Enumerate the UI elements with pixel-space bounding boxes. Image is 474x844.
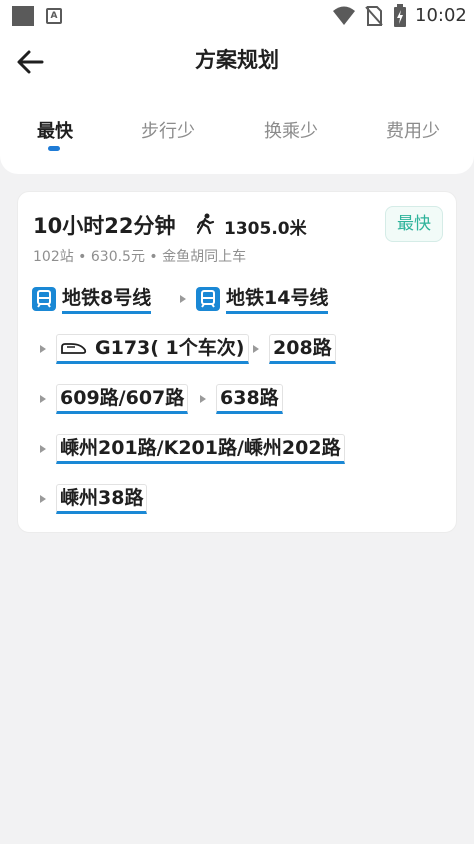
route-duration: 10小时22分钟 (33, 214, 176, 238)
a-icon: A (46, 8, 62, 24)
segment-label: 地铁8号线 (62, 285, 152, 314)
segment-bus: 609路/607路 (56, 384, 189, 414)
transfer-arrow-icon (253, 345, 259, 353)
tab-bar: 最快 步行少 换乘少 费用少 (0, 116, 474, 156)
page-title: 方案规划 (195, 48, 279, 72)
walk-icon (196, 213, 215, 235)
tab-indicator (48, 146, 60, 151)
fastest-badge: 最快 (385, 206, 443, 242)
segment-bus: 638路 (216, 384, 283, 414)
status-time: 10:02 (415, 5, 467, 26)
segment-bus: 嵊州38路 (56, 484, 148, 514)
segment-label: G173( 1个车次) (95, 337, 245, 359)
transfer-arrow-icon (40, 495, 46, 503)
tab-less-walking[interactable]: 步行少 (113, 116, 223, 148)
tab-lower-cost[interactable]: 费用少 (358, 116, 468, 148)
subway-icon (196, 287, 220, 311)
transfer-arrow-icon (200, 395, 206, 403)
walk-distance: 1305.0米 (224, 219, 307, 239)
header: 方案规划 最快 步行少 换乘少 费用少 (0, 32, 474, 174)
route-summary: 102站 • 630.5元 • 金鱼胡同上车 (33, 249, 247, 265)
transfer-arrow-icon (40, 395, 46, 403)
tab-fastest[interactable]: 最快 (0, 116, 110, 148)
segment-subway-14: 地铁14号线 (196, 284, 329, 314)
segment-train: G173( 1个车次) (56, 334, 250, 364)
no-sim-icon (365, 6, 383, 26)
route-card[interactable]: 10小时22分钟 1305.0米 最快 102站 • 630.5元 • 金鱼胡同… (17, 191, 457, 533)
battery-icon (394, 4, 406, 27)
segment-bus: 208路 (269, 334, 336, 364)
tab-fewer-transfers[interactable]: 换乘少 (236, 116, 346, 148)
transfer-arrow-icon (180, 295, 186, 303)
segment-bus: 嵊州201路/K201路/嵊州202路 (56, 434, 345, 464)
app-square-icon (12, 6, 34, 26)
subway-icon (32, 287, 56, 311)
transfer-arrow-icon (40, 445, 46, 453)
segment-subway-8: 地铁8号线 (32, 284, 152, 314)
segment-label: 地铁14号线 (226, 285, 329, 314)
transfer-arrow-icon (40, 345, 46, 353)
wifi-icon (333, 6, 355, 25)
status-bar: A 10:02 (0, 0, 474, 32)
high-speed-train-icon (61, 343, 87, 354)
